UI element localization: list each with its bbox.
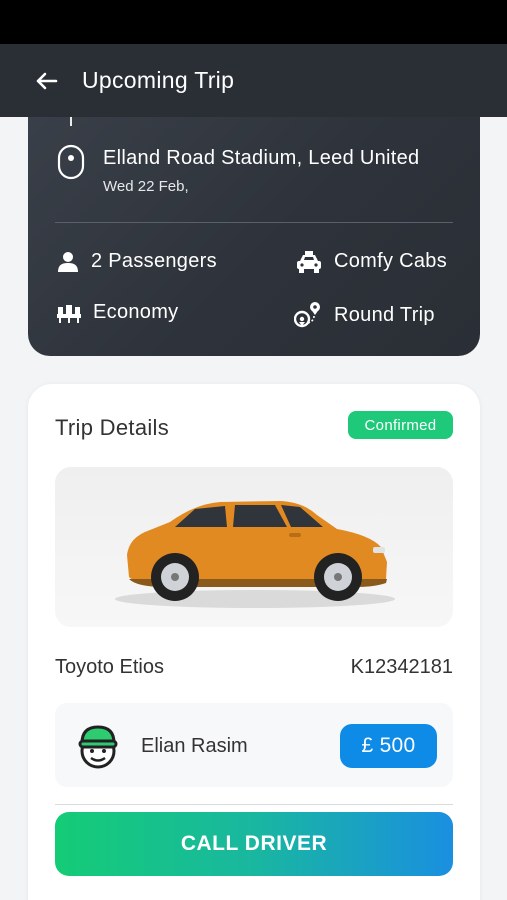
route-line (70, 116, 72, 126)
passengers-label: 2 Passengers (91, 250, 217, 272)
trip-details-heading: Trip Details (55, 415, 170, 440)
passengers-info: 2 Passengers (57, 250, 217, 273)
class-info: Economy (57, 301, 178, 324)
trip-type-label: Round Trip (334, 303, 435, 326)
page-title: Upcoming Trip (82, 67, 235, 93)
car-image (55, 467, 453, 627)
taxi-icon (297, 250, 321, 273)
seats-icon (57, 304, 81, 323)
app-header: Upcoming Trip (0, 44, 507, 117)
price-button[interactable]: £ 500 (340, 724, 437, 768)
car-model: Toyoto Etios (55, 656, 164, 678)
driver-name: Elian Rasim (141, 735, 248, 757)
arrow-left-icon[interactable] (30, 67, 62, 95)
pickup-location: Elland Road Stadium, Leed United (103, 147, 420, 169)
car-icon (115, 501, 395, 608)
person-icon (58, 251, 78, 272)
driver-row: Elian Rasim £ 500 (55, 703, 453, 787)
status-bar (0, 0, 507, 44)
call-driver-button[interactable]: CALL DRIVER (55, 812, 453, 876)
driver-avatar-icon (78, 725, 118, 769)
divider (55, 804, 453, 805)
route-pin-icon (294, 302, 320, 328)
divider (55, 222, 453, 223)
class-label: Economy (93, 301, 179, 323)
trip-type-info: Round Trip (294, 301, 435, 329)
car-plate: K12342181 (350, 656, 453, 678)
cab-company-label: Comfy Cabs (334, 250, 448, 272)
location-pin-icon (57, 144, 85, 180)
cab-company-info: Comfy Cabs (296, 250, 447, 273)
status-badge: Confirmed (348, 411, 453, 439)
trip-summary-card: Elland Road Stadium, Leed United Wed 22 … (28, 96, 480, 356)
trip-details-card: Trip Details Confirmed Toyoto Etios K123… (28, 384, 480, 900)
trip-date: Wed 22 Feb, (103, 178, 189, 195)
